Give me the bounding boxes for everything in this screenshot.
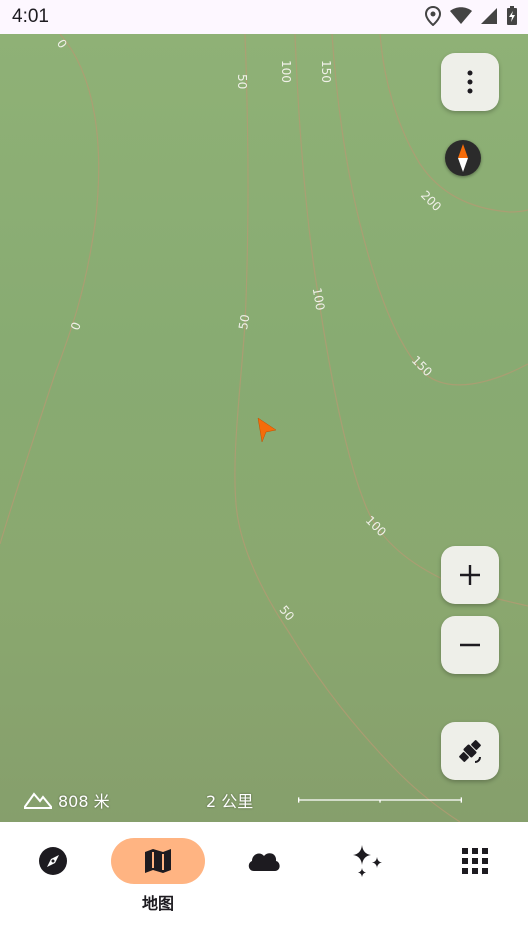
elevation-value: 808 米 — [58, 792, 110, 811]
contour-label: 50 — [277, 603, 298, 624]
nav-label-map: 地图 — [141, 894, 174, 913]
plus-icon — [460, 565, 480, 585]
nav-item-explore[interactable] — [3, 838, 103, 884]
scale-bar: 2 公里 — [206, 788, 503, 812]
nav-item-weather[interactable] — [214, 838, 314, 884]
contour-label: 200 — [418, 188, 444, 214]
mountain-icon — [24, 792, 52, 809]
more-vert-icon — [467, 70, 473, 94]
map-layer-button[interactable] — [441, 722, 499, 780]
contour-label: 150 — [319, 60, 333, 83]
more-options-button[interactable] — [441, 53, 499, 111]
zoom-out-button[interactable] — [441, 616, 499, 674]
position-arrow-icon — [257, 417, 277, 443]
contour-label: 50 — [236, 313, 252, 330]
zoom-in-button[interactable] — [441, 546, 499, 604]
scale-bar-graphic — [298, 797, 463, 803]
contour-label: 50 — [235, 74, 249, 89]
contour-label: 100 — [279, 60, 293, 83]
contour-label: 150 — [409, 353, 435, 379]
nav-item-ai[interactable] — [319, 838, 419, 884]
map-view[interactable]: 0 100 150 50 200 0 100 50 150 100 50 808… — [0, 34, 528, 822]
cellular-signal-icon — [481, 8, 497, 24]
location-icon — [424, 6, 442, 26]
compass-icon — [458, 144, 468, 172]
status-time: 4:01 — [12, 6, 49, 27]
scale-label: 2 公里 — [206, 792, 254, 811]
bottom-navigation: 地图 — [0, 822, 528, 939]
compass-button[interactable] — [445, 140, 481, 176]
status-icons — [424, 6, 518, 26]
contour-label: 100 — [363, 513, 389, 539]
contour-label: 100 — [310, 287, 328, 312]
elevation-readout: 808 米 — [24, 788, 110, 812]
nav-item-map[interactable]: 地图 — [108, 838, 208, 914]
sparkles-icon — [353, 845, 382, 877]
status-bar: 4:01 — [0, 0, 528, 34]
battery-charging-icon — [507, 6, 517, 25]
cloud-icon — [248, 853, 280, 871]
map-icon — [145, 849, 171, 873]
grid-icon — [462, 848, 488, 874]
satellite-icon — [459, 740, 481, 763]
minus-icon — [460, 643, 480, 647]
contour-label: 0 — [54, 37, 70, 51]
wifi-icon — [450, 7, 472, 24]
contour-line-0 — [0, 34, 100, 545]
contour-line-100 — [294, 34, 528, 607]
nav-item-apps[interactable] — [425, 838, 525, 884]
compass-nav-icon — [39, 847, 67, 875]
